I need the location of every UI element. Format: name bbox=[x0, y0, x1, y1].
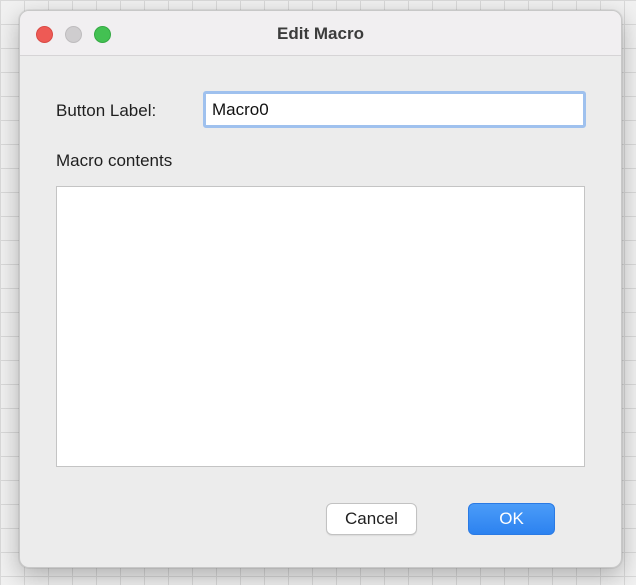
window-title: Edit Macro bbox=[277, 24, 364, 43]
cancel-button[interactable]: Cancel bbox=[326, 503, 417, 535]
ok-button[interactable]: OK bbox=[468, 503, 555, 535]
macro-contents-label: Macro contents bbox=[56, 151, 173, 170]
edit-macro-dialog: Edit Macro Button Label: Macro contents … bbox=[19, 10, 622, 568]
button-label-input[interactable] bbox=[203, 91, 586, 128]
title-bar[interactable]: Edit Macro bbox=[20, 11, 621, 56]
macro-contents-textarea[interactable] bbox=[56, 186, 585, 467]
button-label-label: Button Label: bbox=[56, 101, 157, 120]
